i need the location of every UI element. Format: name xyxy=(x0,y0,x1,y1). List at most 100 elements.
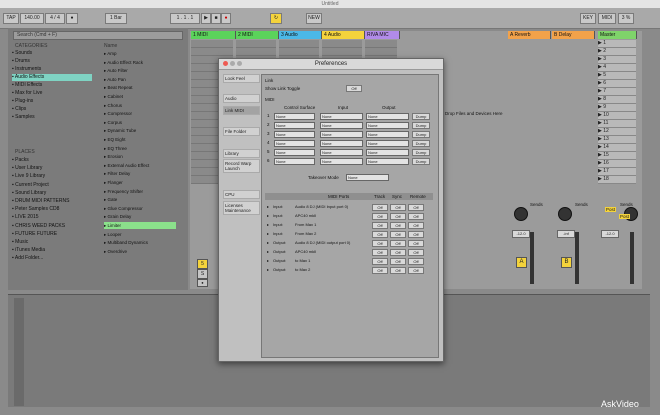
expand-icon[interactable]: ▸ xyxy=(267,221,269,228)
track-toggle[interactable]: Off xyxy=(372,249,388,256)
zoom-icon[interactable] xyxy=(237,61,242,66)
scene-launch-button[interactable]: ▶ 1 xyxy=(598,40,636,48)
post-button[interactable]: Post xyxy=(605,207,617,212)
post-button-2[interactable]: Post xyxy=(619,214,631,219)
scene-launch-button[interactable]: ▶ 11 xyxy=(598,120,636,128)
control-surface-select[interactable]: None xyxy=(274,140,315,147)
preferences-tab[interactable]: Link MIDI xyxy=(223,106,260,115)
dump-button[interactable]: Dump xyxy=(412,122,430,129)
device-item[interactable]: ▸ Flanger xyxy=(104,179,176,186)
track-toggle[interactable]: Off xyxy=(372,204,388,211)
place-item[interactable]: ▪ FUTURE FUTURE xyxy=(12,231,92,238)
midi-map-button[interactable]: MIDI xyxy=(598,13,616,24)
remote-toggle[interactable]: Off xyxy=(408,240,424,247)
quantize-menu[interactable]: 1 Bar xyxy=(105,13,127,24)
key-map-button[interactable]: KEY xyxy=(580,13,596,24)
track-toggle[interactable]: Off xyxy=(372,267,388,274)
track-header[interactable]: 3 Audio xyxy=(279,31,322,39)
input-select[interactable]: None xyxy=(320,149,363,156)
minimize-icon[interactable] xyxy=(230,61,235,66)
return-header-a[interactable]: A Reverb xyxy=(508,31,551,39)
place-item[interactable]: ▪ LIVE 2015 xyxy=(12,214,92,221)
preferences-tab[interactable]: CPU xyxy=(223,190,260,199)
clip-slot[interactable] xyxy=(236,40,276,48)
play-icon[interactable]: ▶ xyxy=(201,13,211,24)
preferences-tab[interactable]: Licenses Maintenance xyxy=(223,201,260,215)
master-header[interactable]: Master xyxy=(598,31,637,39)
scene-launch-button[interactable]: ▶ 12 xyxy=(598,128,636,136)
control-surface-select[interactable]: None xyxy=(274,131,315,138)
position-field[interactable]: 1 . 1 . 1 xyxy=(170,13,200,24)
scene-launch-button[interactable]: ▶ 17 xyxy=(598,168,636,176)
category-item[interactable]: ▪ Audio Effects xyxy=(12,74,92,81)
link-toggle-button[interactable]: Off xyxy=(346,85,362,92)
scene-launch-button[interactable]: ▶ 18 xyxy=(598,176,636,184)
output-select[interactable]: None xyxy=(366,158,409,165)
device-item[interactable]: ▸ Gate xyxy=(104,196,176,203)
dump-button[interactable]: Dump xyxy=(412,113,430,120)
device-item[interactable]: ▸ Filter Delay xyxy=(104,170,176,177)
category-item[interactable]: ▪ Clips xyxy=(12,106,92,113)
tap-button[interactable]: TAP xyxy=(3,13,19,24)
dump-button[interactable]: Dump xyxy=(412,140,430,147)
place-item[interactable]: ▪ Live 9 Library xyxy=(12,173,92,180)
control-surface-select[interactable]: None xyxy=(274,122,315,129)
scene-launch-button[interactable]: ▶ 14 xyxy=(598,144,636,152)
output-select[interactable]: None xyxy=(366,149,409,156)
expand-icon[interactable]: ▸ xyxy=(267,212,269,219)
send-knob-b[interactable] xyxy=(558,207,572,221)
expand-icon[interactable]: ▸ xyxy=(267,266,269,273)
scene-launch-button[interactable]: ▶ 8 xyxy=(598,96,636,104)
device-item[interactable]: ▸ Looper xyxy=(104,231,176,238)
scene-launch-button[interactable]: ▶ 9 xyxy=(598,104,636,112)
sync-toggle[interactable]: Off xyxy=(390,204,406,211)
automation-arm-icon[interactable]: ↻ xyxy=(270,13,282,24)
category-item[interactable]: ▪ MIDI Effects xyxy=(12,82,92,89)
expand-icon[interactable]: ▸ xyxy=(267,239,269,246)
metronome-icon[interactable]: ● xyxy=(66,13,78,24)
track-number-button[interactable]: 5 xyxy=(197,259,208,269)
clip-slot[interactable] xyxy=(191,48,233,56)
device-item[interactable]: ▸ Multiband Dynamics xyxy=(104,239,176,246)
preferences-tab[interactable]: Record Warp Launch xyxy=(223,159,260,173)
remote-toggle[interactable]: Off xyxy=(408,222,424,229)
clip-slot[interactable] xyxy=(191,40,233,48)
device-item[interactable]: ▸ Frequency Shifter xyxy=(104,188,176,195)
input-select[interactable]: None xyxy=(320,122,363,129)
expand-icon[interactable]: ▸ xyxy=(267,257,269,264)
clip-slot[interactable] xyxy=(322,40,362,48)
track-toggle[interactable]: Off xyxy=(372,258,388,265)
category-item[interactable]: ▪ Drums xyxy=(12,58,92,65)
dump-button[interactable]: Dump xyxy=(412,149,430,156)
sync-toggle[interactable]: Off xyxy=(390,222,406,229)
scene-launch-button[interactable]: ▶ 6 xyxy=(598,80,636,88)
preferences-tab[interactable]: Look Feel xyxy=(223,74,260,83)
place-item[interactable]: ▪ Add Folder... xyxy=(12,255,92,262)
control-surface-select[interactable]: None xyxy=(274,113,315,120)
expand-icon[interactable]: ▸ xyxy=(267,230,269,237)
sync-toggle[interactable]: Off xyxy=(390,231,406,238)
remote-toggle[interactable]: Off xyxy=(408,213,424,220)
remote-toggle[interactable]: Off xyxy=(408,249,424,256)
device-item[interactable]: ▸ Auto Pan xyxy=(104,76,176,83)
input-select[interactable]: None xyxy=(320,140,363,147)
scene-launch-button[interactable]: ▶ 5 xyxy=(598,72,636,80)
remote-toggle[interactable]: Off xyxy=(408,267,424,274)
clip-slot[interactable] xyxy=(365,40,397,48)
sync-toggle[interactable]: Off xyxy=(390,258,406,265)
remote-toggle[interactable]: Off xyxy=(408,231,424,238)
return-b-activator[interactable]: B xyxy=(561,257,572,268)
device-item[interactable]: ▸ Erosion xyxy=(104,153,176,160)
scene-launch-button[interactable]: ▶ 2 xyxy=(598,48,636,56)
device-item[interactable]: ▸ Corpus xyxy=(104,119,176,126)
device-item[interactable]: ▸ Auto Filter xyxy=(104,67,176,74)
place-item[interactable]: ▪ CHRIS WEED PACKS xyxy=(12,223,92,230)
scene-launch-button[interactable]: ▶ 4 xyxy=(598,64,636,72)
control-surface-select[interactable]: None xyxy=(274,149,315,156)
scene-launch-button[interactable]: ▶ 10 xyxy=(598,112,636,120)
control-surface-select[interactable]: None xyxy=(274,158,315,165)
sync-toggle[interactable]: Off xyxy=(390,267,406,274)
device-item[interactable]: ▸ Limiter xyxy=(104,222,176,229)
place-item[interactable]: ▪ Music xyxy=(12,239,92,246)
category-item[interactable]: ▪ Max for Live xyxy=(12,90,92,97)
